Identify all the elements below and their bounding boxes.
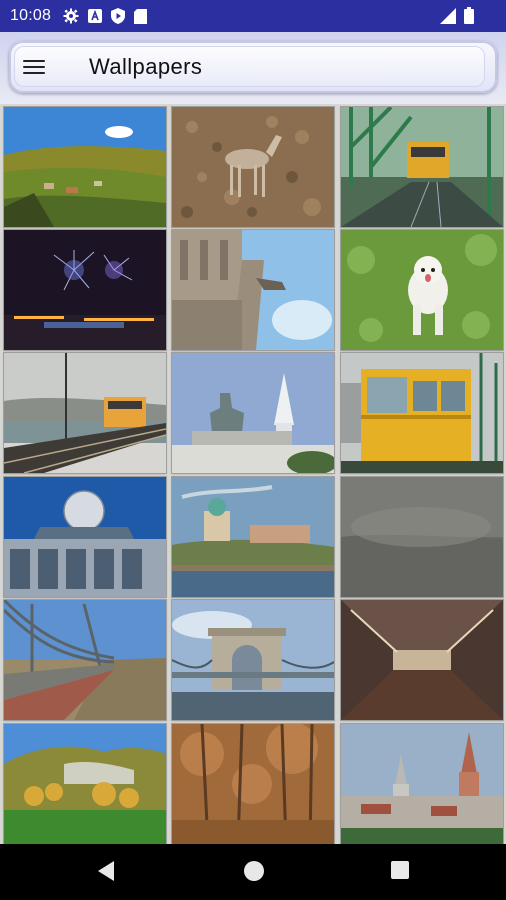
recents-square-icon[interactable] [390, 860, 410, 885]
status-bar: 10:08 [0, 0, 506, 32]
wallpaper-thumbnail-tram-on-bridge[interactable] [341, 107, 503, 227]
toolbar-inner [14, 46, 485, 87]
wallpaper-thumbnail-chain-bridge-arch[interactable] [172, 600, 334, 720]
wallpaper-thumbnail-deer-on-leaves[interactable] [172, 107, 334, 227]
wallpaper-thumbnail-underground-tunnel[interactable] [341, 600, 503, 720]
wallpaper-thumbnail-gothic-tower-gargoyle[interactable] [172, 230, 334, 350]
wallpaper-thumbnail-autumn-forest[interactable] [172, 724, 334, 844]
wallpaper-thumbnail-green-hills-autumn[interactable] [4, 724, 166, 844]
app-toolbar: Wallpapers [0, 32, 506, 104]
page-title: Wallpapers [89, 54, 203, 79]
battery-icon [464, 7, 474, 24]
signal-icon [440, 7, 456, 24]
shield-play-icon [111, 8, 126, 24]
wallpaper-thumbnail-white-dog-on-grass[interactable] [341, 230, 503, 350]
home-circle-icon[interactable] [243, 860, 265, 887]
back-triangle-icon[interactable] [96, 860, 116, 887]
wallpaper-thumbnail-basilica-on-hill[interactable] [172, 477, 334, 597]
a-box-icon [88, 9, 103, 23]
hamburger-menu-icon[interactable] [23, 57, 45, 77]
wallpaper-thumbnail-chain-bridge-river-view[interactable] [4, 600, 166, 720]
toolbar-panel: Wallpapers [9, 41, 497, 93]
wallpaper-thumbnail-foggy-river[interactable] [341, 477, 503, 597]
wallpaper-thumbnail-tram-by-river[interactable] [4, 353, 166, 473]
wallpaper-thumbnail-yellow-tram-closeup[interactable] [341, 353, 503, 473]
sd-card-icon [134, 8, 148, 24]
wallpaper-grid [0, 104, 506, 844]
status-time: 10:08 [10, 7, 52, 24]
system-navigation-bar [0, 844, 506, 900]
wallpaper-thumbnail-statue-and-white-tower[interactable] [172, 353, 334, 473]
gear-icon [63, 8, 79, 24]
wallpaper-thumbnail-autumn-hills-village[interactable] [4, 107, 166, 227]
wallpaper-thumbnail-glass-dome-building[interactable] [4, 477, 166, 597]
wallpaper-thumbnail-night-fireworks-city[interactable] [4, 230, 166, 350]
wallpaper-thumbnail-city-church-spires[interactable] [341, 724, 503, 844]
